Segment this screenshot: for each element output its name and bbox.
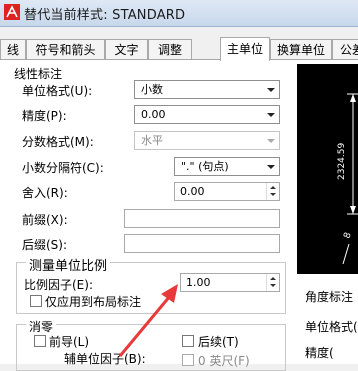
decimal-separator-dropdown[interactable]: "." (句点) — [174, 157, 280, 176]
sub-unit-factor-label: 辅单位因子(B): — [64, 352, 146, 366]
suffix-label: 后缀(S): — [22, 238, 68, 252]
prefix-label: 前缀(X): — [22, 213, 68, 227]
round-off-input[interactable]: 0.00 — [174, 182, 280, 201]
fraction-format-dropdown: 水平 — [134, 131, 280, 150]
chevron-down-icon — [262, 132, 279, 149]
tab-text[interactable]: 文字 — [105, 39, 148, 59]
trailing-label: 后续(T) — [198, 335, 239, 349]
chevron-down-icon — [262, 158, 279, 175]
measurement-scale-title: 测量单位比例 — [26, 255, 111, 274]
tab-alternate-units[interactable]: 换算单位 — [270, 39, 332, 59]
scale-factor-label: 比例因子(E): — [24, 278, 93, 292]
trailing-checkbox[interactable] — [182, 335, 194, 347]
decimal-separator-label: 小数分隔符(C): — [22, 161, 104, 175]
fraction-format-label: 分数格式(M): — [22, 135, 94, 149]
unit-format-label: 单位格式(U): — [22, 84, 93, 98]
linear-dimensions-title: 线性标注 — [14, 67, 63, 81]
chevron-down-icon — [262, 81, 279, 98]
decimal-separator-value: "." (句点) — [181, 160, 229, 173]
unit-format-value: 小数 — [141, 83, 163, 96]
feet-checkbox — [182, 354, 194, 366]
angular-dimensions-title: 角度标注 — [305, 290, 354, 304]
suffix-input[interactable] — [124, 234, 280, 253]
round-off-spinner[interactable] — [266, 183, 279, 200]
title-bar: 替代当前样式: STANDARD — [0, 0, 358, 27]
fraction-format-value: 水平 — [141, 134, 163, 147]
tab-primary-units[interactable]: 主单位 — [220, 37, 270, 61]
precision-value: 0.00 — [141, 108, 166, 121]
tab-fit[interactable]: 调整 — [148, 39, 192, 59]
angular-precision-label: 精度( — [305, 346, 334, 360]
feet-label: 0 英尺(F) — [198, 354, 250, 368]
leading-checkbox[interactable] — [34, 335, 46, 347]
tab-bar: 线 符号和箭头 文字 调整 主单位 换算单位 公差 — [0, 37, 358, 61]
preview-drawing: 8 2324.59 — [337, 93, 358, 265]
round-off-value: 0.00 — [180, 185, 205, 198]
tab-tolerances[interactable]: 公差 — [332, 39, 358, 59]
precision-dropdown[interactable]: 0.00 — [134, 105, 280, 124]
scale-factor-value: 1.00 — [186, 276, 211, 289]
dialog-title: 替代当前样式: STANDARD — [24, 8, 186, 23]
unit-format-dropdown[interactable]: 小数 — [134, 80, 280, 99]
round-off-label: 舍入(R): — [22, 186, 68, 200]
angular-unit-format-label: 单位格式( — [305, 320, 358, 334]
apply-layout-only-label: 仅应用到布局标注 — [45, 295, 142, 309]
preview-dimension-text: 2324.59 — [337, 143, 347, 180]
autocad-logo-icon — [4, 4, 20, 20]
prefix-input[interactable] — [124, 209, 280, 228]
svg-text:8: 8 — [342, 231, 353, 240]
tab-lines[interactable]: 线 — [0, 39, 26, 59]
tab-symbols-arrows[interactable]: 符号和箭头 — [26, 39, 105, 59]
precision-label: 精度(P): — [22, 109, 67, 123]
apply-layout-only-checkbox[interactable] — [30, 295, 42, 307]
chevron-down-icon — [262, 106, 279, 123]
leading-label: 前导(L) — [49, 335, 90, 349]
scale-factor-spinner[interactable] — [266, 274, 279, 291]
scale-factor-input[interactable]: 1.00 — [180, 273, 280, 292]
dimension-preview: 8 2324.59 — [297, 64, 358, 274]
